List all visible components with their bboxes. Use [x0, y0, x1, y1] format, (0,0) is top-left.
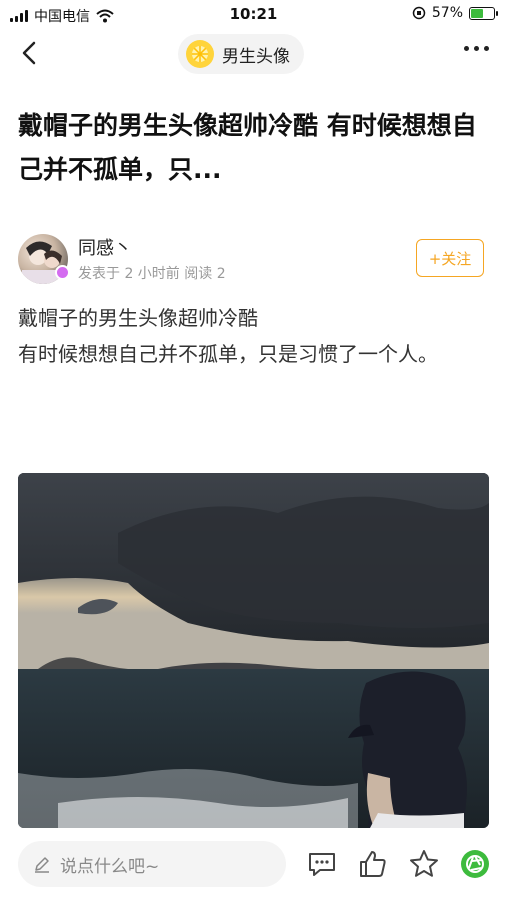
avatar-badge — [55, 265, 70, 280]
post-image[interactable] — [18, 473, 489, 828]
lemon-icon — [186, 40, 214, 68]
back-button[interactable] — [16, 38, 46, 68]
circle-name: 男生头像 — [222, 46, 290, 67]
battery-icon — [469, 6, 498, 20]
orientation-lock-icon — [412, 6, 426, 20]
battery-percent: 57% — [431, 5, 463, 21]
star-icon[interactable] — [408, 848, 440, 880]
post-title: 戴帽子的男生头像超帅冷酷 有时候想想自己并不孤单，只... — [18, 111, 477, 184]
body-line-1: 戴帽子的男生头像超帅冷酷 — [18, 306, 258, 330]
post-meta: 发表于 2 小时前 阅读 2 — [78, 266, 226, 282]
status-right: 57% — [412, 5, 498, 21]
bottom-bar: 说点什么吧~ — [0, 828, 507, 900]
more-dots-icon[interactable] — [464, 46, 489, 51]
author-row: 同感丶 发表于 2 小时前 阅读 2 +关注 — [18, 232, 490, 286]
camera-aperture-icon[interactable] — [459, 848, 491, 880]
body-line-2: 有时候想想自己并不孤单，只是习惯了一个人。 — [18, 342, 438, 366]
status-bar: 中国电信 10:21 57% — [0, 0, 507, 30]
post-body: 戴帽子的男生头像超帅冷酷 有时候想想自己并不孤单，只是习惯了一个人。 — [18, 300, 488, 372]
comment-input[interactable]: 说点什么吧~ — [18, 841, 286, 887]
header: 男生头像 — [0, 30, 507, 78]
comment-bubble-icon[interactable] — [306, 848, 338, 880]
follow-button[interactable]: +关注 — [416, 239, 484, 277]
circle-chip[interactable]: 男生头像 — [178, 34, 304, 74]
author-name[interactable]: 同感丶 — [78, 234, 132, 260]
comment-placeholder: 说点什么吧~ — [60, 856, 160, 877]
thumbs-up-icon[interactable] — [357, 848, 389, 880]
pencil-icon — [35, 857, 49, 873]
chevron-left-icon — [22, 41, 36, 65]
